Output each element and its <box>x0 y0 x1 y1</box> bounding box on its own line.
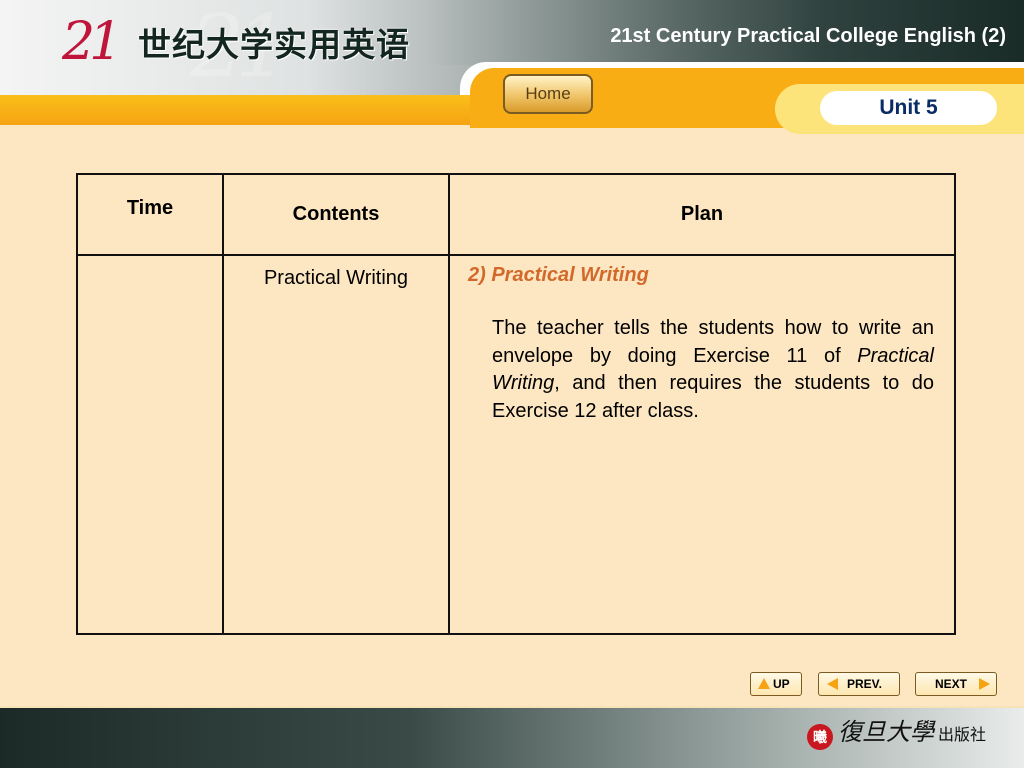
prev-button[interactable]: PREV. <box>818 672 900 696</box>
triangle-left-icon <box>827 678 838 690</box>
course-title: 21st Century Practical College English (… <box>610 25 1006 47</box>
plan-heading: 2) Practical Writing <box>468 264 649 286</box>
up-button[interactable]: UP <box>750 672 802 696</box>
next-label: NEXT <box>935 677 968 691</box>
cell-plan: 2) Practical Writing The teacher tells t… <box>448 254 956 635</box>
lesson-plan-table: Time Contents Plan Practical Writing 2) … <box>76 173 956 635</box>
prev-label: PREV. <box>847 677 882 691</box>
logo-title: 世纪大学实用英语 <box>138 25 410 64</box>
table-row: Practical Writing 2) Practical Writing T… <box>76 254 956 635</box>
plan-text: The teacher tells the students how to wr… <box>492 317 934 422</box>
table-header-row: Time Contents Plan <box>76 173 956 256</box>
logo-number: 21 <box>62 12 122 72</box>
header-contents: Contents <box>222 173 450 256</box>
home-button[interactable]: Home <box>503 74 593 114</box>
triangle-up-icon <box>758 678 770 689</box>
header-plan: Plan <box>448 173 956 256</box>
cell-contents: Practical Writing <box>222 254 450 635</box>
publisher-logo: 復旦大學 出版社 <box>838 718 987 746</box>
next-button[interactable]: NEXT <box>915 672 997 696</box>
publisher-seal-icon: 曦 <box>807 724 833 750</box>
header-time: Time <box>76 173 224 256</box>
triangle-right-icon <box>979 678 990 690</box>
unit-label: Unit 5 <box>820 91 997 125</box>
up-label: UP <box>773 677 790 691</box>
cell-time <box>76 254 224 635</box>
